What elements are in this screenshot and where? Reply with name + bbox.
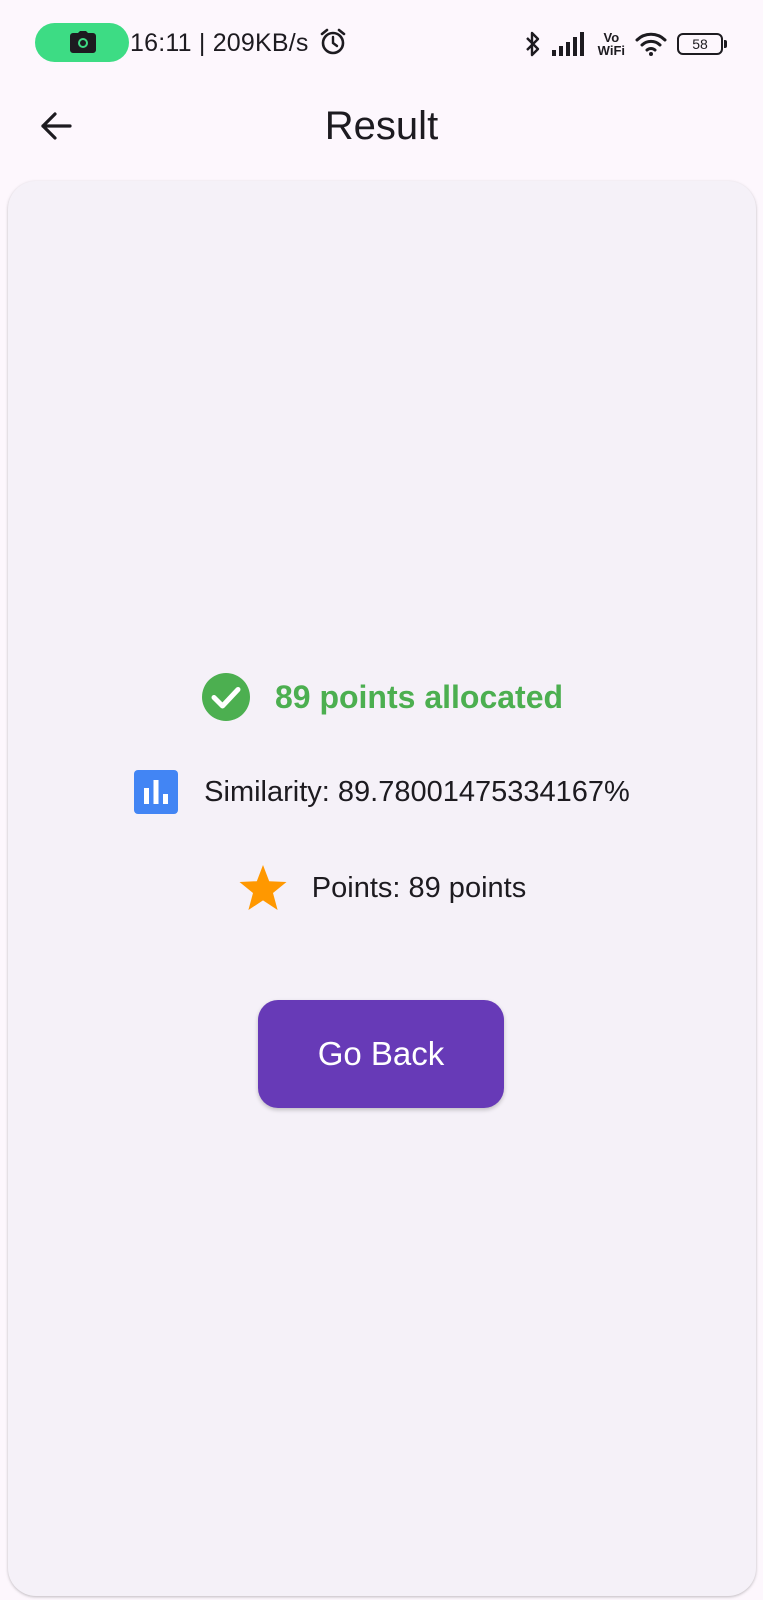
go-back-label: Go Back: [317, 1035, 445, 1072]
result-card: 89 points allocated Similarity: 89.78001…: [8, 181, 756, 1596]
status-time-speed: 16:11 | 209KB/s: [130, 29, 309, 57]
app-bar: Result: [0, 86, 763, 180]
similarity-row: Similarity: 89.78001475334167%: [8, 767, 756, 817]
battery-level: 58: [692, 36, 708, 52]
status-bar: 16:11 | 209KB/s Vo WiFi 58: [0, 0, 763, 86]
bluetooth-icon: [525, 31, 539, 57]
points-row: Points: 89 points: [8, 863, 756, 913]
battery-icon: 58: [677, 33, 727, 55]
vowifi-bottom-label: WiFi: [597, 43, 625, 58]
status-icons: Vo WiFi 58: [524, 24, 727, 64]
points-allocated-row: 89 points allocated: [8, 669, 756, 725]
similarity-text: Similarity: 89.78001475334167%: [204, 775, 630, 808]
signal-icon: [551, 32, 584, 56]
check-circle-icon: [201, 673, 250, 721]
points-allocated-text: 89 points allocated: [274, 678, 564, 715]
page-title: Result: [324, 104, 439, 148]
star-icon: [239, 865, 287, 910]
bar-chart-icon: [134, 770, 179, 814]
camera-icon: [70, 31, 96, 53]
wifi-icon: [635, 32, 667, 56]
vowifi-indicator: Vo WiFi: [598, 31, 625, 57]
screen-recording-indicator[interactable]: [35, 23, 129, 62]
points-text: Points: 89 points: [311, 871, 527, 904]
go-back-button[interactable]: Go Back: [258, 1000, 504, 1108]
alarm-icon: [320, 28, 346, 55]
